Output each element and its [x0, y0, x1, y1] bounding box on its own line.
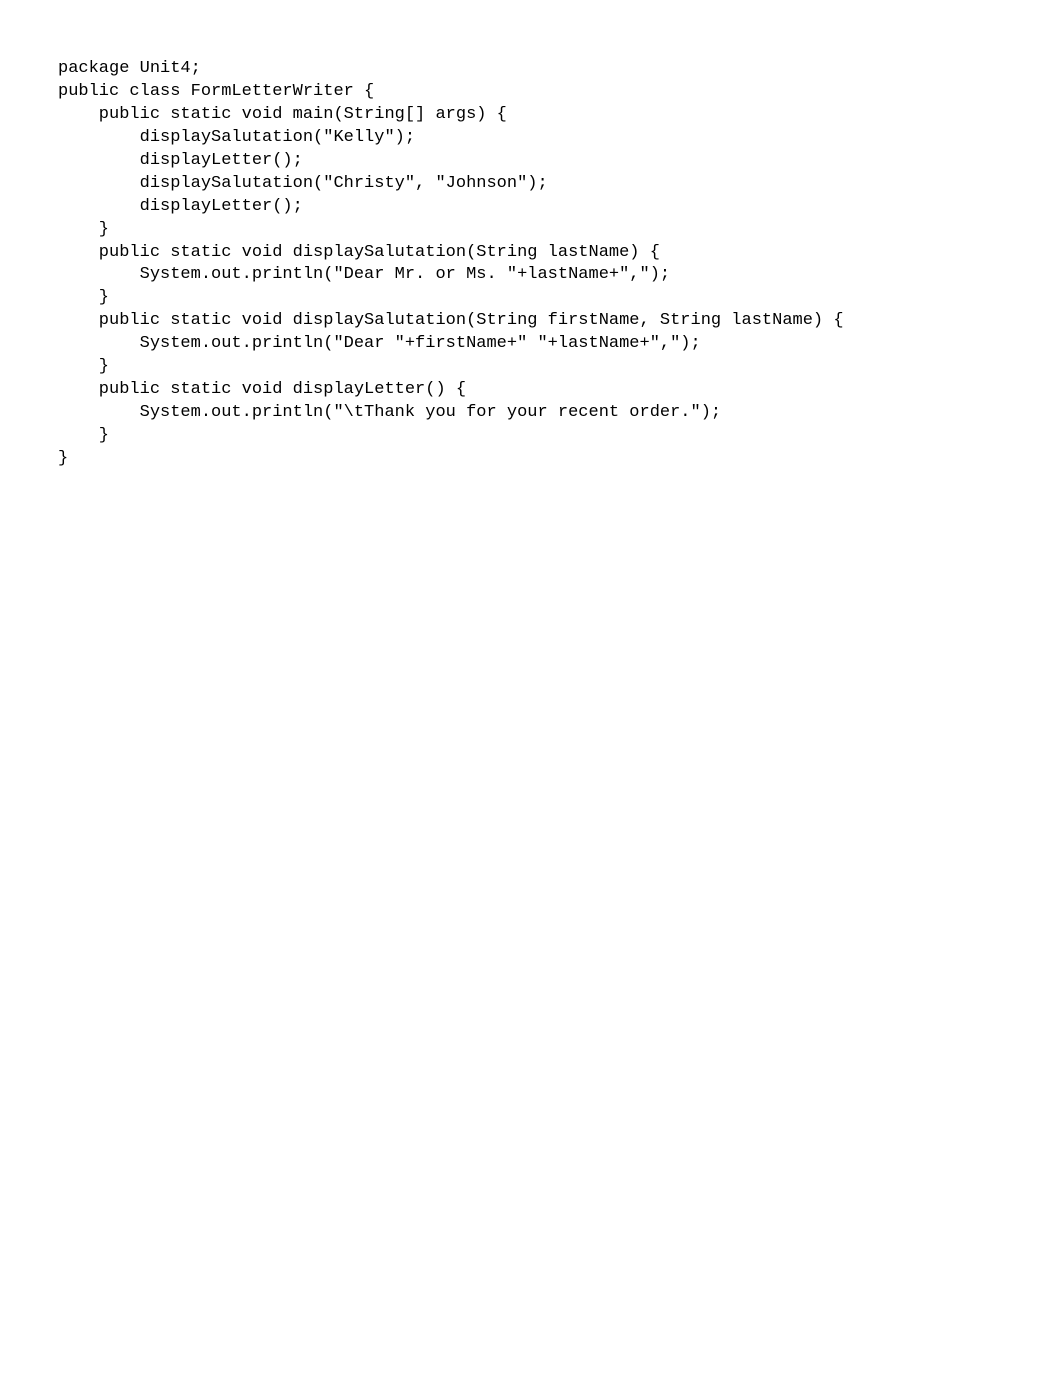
code-line: public static void main(String[] args) { [58, 104, 1062, 127]
code-line: System.out.println("Dear Mr. or Ms. "+la… [58, 264, 1062, 287]
code-line: } [58, 219, 1062, 242]
code-line: displayLetter(); [58, 150, 1062, 173]
code-line: } [58, 356, 1062, 379]
code-line: public static void displaySalutation(Str… [58, 242, 1062, 265]
code-line: public class FormLetterWriter { [58, 81, 1062, 104]
code-line: public static void displaySalutation(Str… [58, 310, 1062, 333]
code-line: public static void displayLetter() { [58, 379, 1062, 402]
code-line: System.out.println("\tThank you for your… [58, 402, 1062, 425]
code-line: displaySalutation("Kelly"); [58, 127, 1062, 150]
code-line: } [58, 287, 1062, 310]
code-line: } [58, 425, 1062, 448]
code-line: package Unit4; [58, 58, 1062, 81]
code-line: } [58, 448, 1062, 471]
code-line: displaySalutation("Christy", "Johnson"); [58, 173, 1062, 196]
code-line: displayLetter(); [58, 196, 1062, 219]
code-block: package Unit4;public class FormLetterWri… [58, 58, 1062, 471]
code-line: System.out.println("Dear "+firstName+" "… [58, 333, 1062, 356]
